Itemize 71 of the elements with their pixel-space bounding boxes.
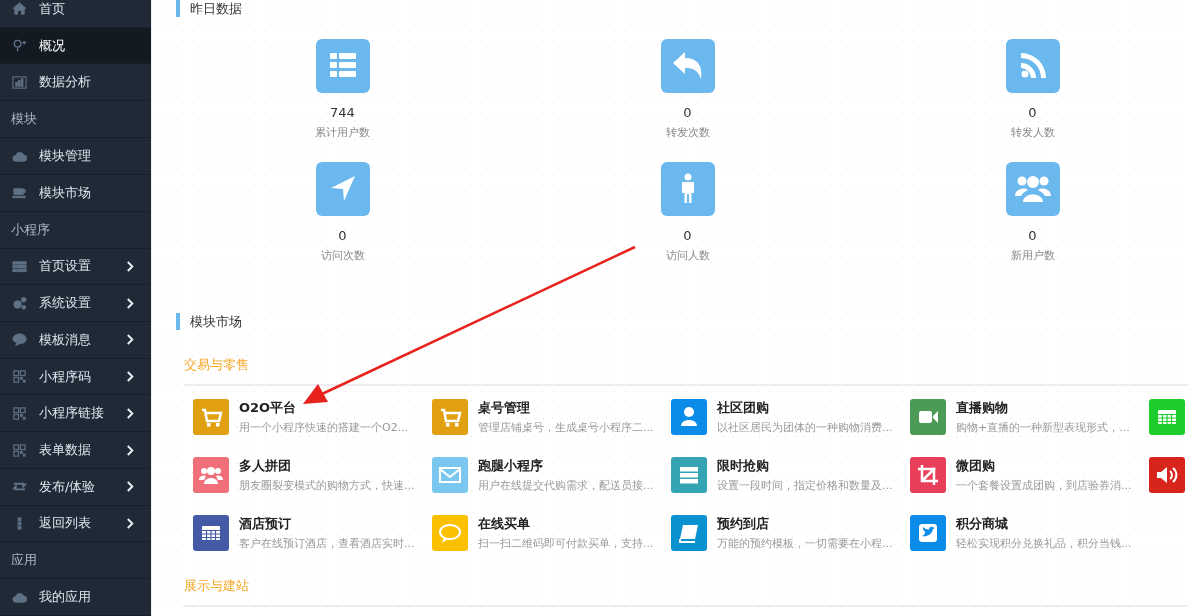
- module-name[interactable]: 直播购物: [956, 399, 1130, 417]
- envelope-icon[interactable]: [432, 457, 468, 493]
- sidebar-item[interactable]: 首页: [0, 0, 151, 28]
- module-description: 朋友圈裂变模式的购物方式，快速...: [239, 478, 415, 493]
- section-title: 模块市场: [176, 313, 1188, 330]
- stat-value: 0: [683, 105, 692, 120]
- stat-value: 0: [683, 228, 692, 243]
- module-description: 扫一扫二维码即可付款买单，支持...: [478, 536, 654, 551]
- list-icon: [12, 258, 27, 274]
- stat-label: 转发次数: [665, 125, 710, 140]
- module-description: 设置一段时间，指定价格和数量及...: [717, 478, 893, 493]
- stat-label: 新用户数: [1010, 248, 1055, 263]
- module-name[interactable]: 限时抢购: [717, 457, 893, 475]
- book-icon[interactable]: [671, 515, 707, 551]
- module-description: 以社区居民为团体的一种购物消费...: [717, 420, 893, 435]
- server-icon[interactable]: [671, 457, 707, 493]
- rss-icon: [1005, 39, 1060, 93]
- speaker-icon[interactable]: [1149, 457, 1185, 493]
- gears-icon: [12, 295, 27, 311]
- bird-icon[interactable]: [910, 515, 946, 551]
- calendar-icon[interactable]: [193, 515, 229, 551]
- category-heading: 展示与建站: [184, 577, 250, 595]
- plus-icon: [12, 38, 27, 54]
- cart-icon[interactable]: [193, 399, 229, 435]
- stat-value: 0: [338, 228, 347, 243]
- module-name[interactable]: 酒店预订: [239, 515, 415, 533]
- grid-icon: [12, 369, 27, 385]
- user-icon[interactable]: [671, 399, 707, 435]
- reply-icon: [660, 39, 715, 93]
- module-name[interactable]: 积分商城: [956, 515, 1132, 533]
- table-icon[interactable]: [1149, 399, 1185, 435]
- chat-bubble-icon: [12, 332, 27, 348]
- users-icon: [1005, 162, 1060, 216]
- cart-icon[interactable]: [432, 399, 468, 435]
- module-description: 轻松实现积分兑换礼品，积分当钱...: [956, 536, 1132, 551]
- module-description: 购物+直播的一种新型表现形式，...: [956, 420, 1130, 435]
- cup-icon: [12, 185, 27, 201]
- module-name[interactable]: 预约到店: [717, 515, 893, 533]
- module-name[interactable]: 多人拼团: [239, 457, 415, 475]
- stat-value: 0: [1028, 105, 1037, 120]
- stat-value: 0: [1028, 228, 1037, 243]
- grid-icon: [12, 442, 27, 458]
- stat-label: 累计用户数: [315, 125, 370, 140]
- module-name[interactable]: 社区团购: [717, 399, 893, 417]
- home-icon: [12, 1, 27, 17]
- section-title: 昨日数据: [176, 0, 1188, 17]
- category-heading: 交易与零售: [184, 356, 250, 374]
- sidebar-item[interactable]: 概况: [0, 27, 151, 65]
- module-name[interactable]: 跑腿小程序: [478, 457, 654, 475]
- module-description: 管理店铺桌号，生成桌号小程序二...: [478, 420, 654, 435]
- module-description: 用户在线提交代购需求，配送员接...: [478, 478, 654, 493]
- module-name[interactable]: 在线买单: [478, 515, 654, 533]
- module-description: 用一个小程序快速的搭建一个O2...: [239, 420, 409, 435]
- users-icon[interactable]: [193, 457, 229, 493]
- module-name[interactable]: 桌号管理: [478, 399, 654, 417]
- module-description: 客户在线预订酒店，查看酒店实时...: [239, 536, 415, 551]
- module-description: 万能的预约模板，一切需要在小程...: [717, 536, 893, 551]
- person-icon: [660, 162, 715, 216]
- video-camera-icon[interactable]: [910, 399, 946, 435]
- grid-icon: [12, 405, 27, 421]
- sidebar-item[interactable]: 首页设置: [0, 248, 151, 286]
- stat-value: 744: [330, 105, 355, 120]
- stat-label: 访问人数: [665, 248, 710, 263]
- list-icon: [315, 39, 370, 93]
- stat-label: 转发人数: [1010, 125, 1055, 140]
- module-name[interactable]: O2O平台: [239, 399, 409, 417]
- bar-chart-icon: [12, 74, 27, 90]
- module-description: 一个套餐设置成团购，到店验券消...: [956, 478, 1132, 493]
- stat-label: 访问次数: [320, 248, 365, 263]
- crop-icon[interactable]: [910, 457, 946, 493]
- module-name[interactable]: 微团购: [956, 457, 1132, 475]
